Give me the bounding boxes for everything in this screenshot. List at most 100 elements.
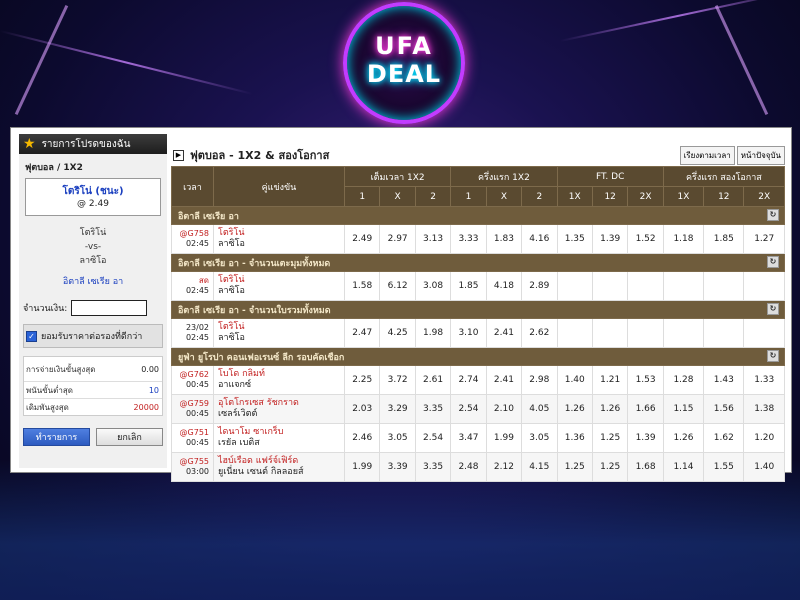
odds-cell[interactable]: 1.56 xyxy=(703,394,745,424)
odds-cell[interactable]: 1.58 xyxy=(343,271,381,301)
league-row: ↻ อิตาลี เซเรีย อา xyxy=(171,206,785,225)
odds-cell[interactable]: 2.62 xyxy=(521,318,558,348)
odds-cell[interactable]: 1.26 xyxy=(662,423,705,453)
odds-board: ▶ ฟุตบอล - 1X2 & สองโอกาส เรียงตามเวลา ห… xyxy=(171,144,786,482)
odds-cell[interactable]: 3.35 xyxy=(414,452,452,482)
odds-cell[interactable]: 1.52 xyxy=(627,224,664,254)
odds-cell[interactable]: 4.05 xyxy=(521,394,558,424)
max-payout-label: การจ่ายเงินขั้นสูงสุด xyxy=(26,364,96,374)
odds-cell[interactable]: 1.40 xyxy=(743,452,785,482)
confirm-button[interactable]: ทำรายการ xyxy=(23,428,90,446)
odds-cell[interactable]: 1.15 xyxy=(662,394,705,424)
odds-cell[interactable]: 2.48 xyxy=(450,452,487,482)
cancel-button[interactable]: ยกเลิก xyxy=(96,428,163,446)
odds-cell[interactable]: 2.46 xyxy=(343,423,381,453)
odds-cell[interactable]: 4.16 xyxy=(521,224,558,254)
limit-row: พนันขั้นต่ำสุด 10 xyxy=(24,382,162,399)
odds-cell[interactable]: 1.14 xyxy=(662,452,705,482)
odds-cell[interactable]: 3.47 xyxy=(450,423,487,453)
odds-cell[interactable]: 1.36 xyxy=(556,423,593,453)
odds-cell[interactable]: 3.05 xyxy=(379,423,416,453)
odds-cell[interactable]: 1.85 xyxy=(450,271,487,301)
odds-cell[interactable]: 1.25 xyxy=(591,423,629,453)
odds-cell[interactable]: 1.83 xyxy=(485,224,523,254)
odds-cell[interactable]: 2.54 xyxy=(450,394,487,424)
sort-by-time-button[interactable]: เรียงตามเวลา xyxy=(679,145,735,165)
odds-cell[interactable]: 2.54 xyxy=(414,423,452,453)
odds-cell[interactable]: 3.39 xyxy=(379,452,416,482)
odds-cell[interactable]: 2.12 xyxy=(485,452,523,482)
odds-cell[interactable]: 1.99 xyxy=(485,423,523,453)
teams-cell: อุโตโกรเซส รัชกราด เซลร์เวิตต์ xyxy=(213,394,345,424)
odds-cell[interactable]: 3.10 xyxy=(450,318,487,348)
odds-cell[interactable]: 2.98 xyxy=(521,365,558,395)
league-row: ↻ อิตาลี เซเรีย อา - จำนวนใบรวมทั้งหมด xyxy=(171,300,785,319)
odds-cell[interactable]: 4.25 xyxy=(379,318,416,348)
odds-cell[interactable]: 2.25 xyxy=(343,365,381,395)
odds-cell[interactable]: 2.89 xyxy=(521,271,558,301)
odds-cell[interactable]: 1.20 xyxy=(743,423,785,453)
odds-cell[interactable]: 1.68 xyxy=(627,452,664,482)
light-beam xyxy=(559,0,795,42)
odds-cell[interactable]: 1.27 xyxy=(743,224,785,254)
odds-cell[interactable]: 1.25 xyxy=(591,452,629,482)
odds-cell[interactable]: 1.18 xyxy=(662,224,705,254)
odds-cell[interactable]: 1.21 xyxy=(591,365,629,395)
odds-cell[interactable]: 4.15 xyxy=(521,452,558,482)
odds-cell[interactable]: 1.39 xyxy=(591,224,629,254)
odds-cell[interactable]: 4.18 xyxy=(485,271,523,301)
subcol-header: 1 xyxy=(343,186,381,207)
odds-cell[interactable]: 1.98 xyxy=(414,318,452,348)
odds-cell[interactable]: 1.39 xyxy=(627,423,664,453)
odds-cell[interactable]: 1.99 xyxy=(343,452,381,482)
odds-cell[interactable]: 6.12 xyxy=(379,271,416,301)
amount-row: จำนวนเงิน: xyxy=(23,300,163,316)
odds-cell[interactable]: 1.28 xyxy=(662,365,705,395)
refresh-icon[interactable]: ↻ xyxy=(767,255,779,268)
odds-cell[interactable]: 1.38 xyxy=(743,394,785,424)
odds-cell[interactable]: 3.29 xyxy=(379,394,416,424)
limit-row: เดิมพันสูงสุด 20000 xyxy=(24,399,162,415)
odds-cell[interactable]: 1.40 xyxy=(556,365,593,395)
refresh-icon[interactable]: ↻ xyxy=(767,349,779,362)
light-streak xyxy=(14,4,69,116)
odds-cell[interactable]: 2.49 xyxy=(343,224,381,254)
odds-cell[interactable]: 3.05 xyxy=(521,423,558,453)
odds-cell[interactable]: 1.66 xyxy=(627,394,664,424)
board-title: ฟุตบอล - 1X2 & สองโอกาส xyxy=(190,149,330,162)
accept-better-odds[interactable]: ✓ ยอมรับราคาต่อรองที่ดีกว่า xyxy=(23,324,163,348)
odds-cell[interactable]: 2.03 xyxy=(343,394,381,424)
odds-cell[interactable]: 1.85 xyxy=(703,224,745,254)
odds-cell[interactable]: 3.13 xyxy=(414,224,452,254)
odds-cell[interactable]: 1.26 xyxy=(591,394,629,424)
odds-cell[interactable]: 1.43 xyxy=(703,365,745,395)
odds-cell[interactable]: 3.08 xyxy=(414,271,452,301)
odds-cell[interactable]: 2.97 xyxy=(379,224,416,254)
odds-cell[interactable]: 1.33 xyxy=(743,365,785,395)
odds-cell[interactable]: 2.41 xyxy=(485,318,523,348)
odds-cell[interactable]: 2.47 xyxy=(343,318,381,348)
current-page-button[interactable]: หน้าปัจจุบัน xyxy=(736,145,785,165)
odds-cell[interactable]: 3.35 xyxy=(414,394,452,424)
home-team: โตริโน่ xyxy=(218,322,245,332)
odds-cell[interactable]: 3.33 xyxy=(450,224,487,254)
odds-cell[interactable]: 1.26 xyxy=(556,394,593,424)
odds-cell[interactable]: 2.61 xyxy=(414,365,452,395)
max-bet-value: 20000 xyxy=(133,402,159,412)
odds-cell[interactable]: 2.10 xyxy=(485,394,523,424)
accept-checkbox[interactable]: ✓ xyxy=(26,330,37,342)
odds-cell[interactable]: 1.53 xyxy=(627,365,664,395)
odds-cell[interactable]: 2.41 xyxy=(485,365,523,395)
match-code: @G755 xyxy=(179,457,209,466)
amount-input[interactable] xyxy=(71,300,148,316)
refresh-icon[interactable]: ↻ xyxy=(767,208,779,221)
match-row: @G755 03:00 ไฮบ์เรือด แฟร์จ์เฟิร์ด ยูเนี่ยน… xyxy=(171,452,785,482)
odds-cell[interactable]: 1.55 xyxy=(703,452,745,482)
odds-cell[interactable]: 1.62 xyxy=(703,423,745,453)
kickoff-time: 00:45 xyxy=(185,438,209,447)
refresh-icon[interactable]: ↻ xyxy=(767,302,779,315)
odds-cell[interactable]: 1.35 xyxy=(556,224,593,254)
odds-cell[interactable]: 3.72 xyxy=(379,365,416,395)
odds-cell[interactable]: 2.74 xyxy=(450,365,487,395)
odds-cell[interactable]: 1.25 xyxy=(556,452,593,482)
